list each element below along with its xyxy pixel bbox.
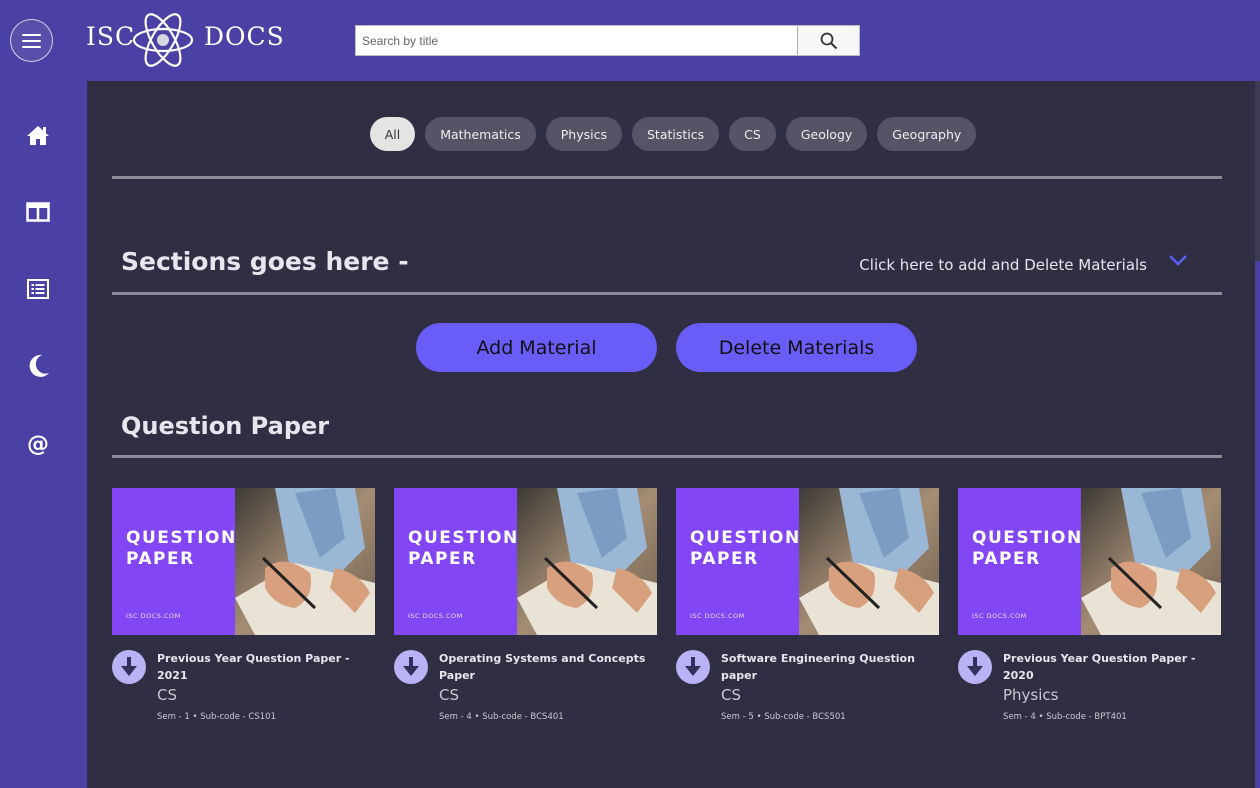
thumbnail-title: QUESTION PAPER xyxy=(972,528,1083,569)
download-arrow-icon xyxy=(121,657,137,676)
card-title[interactable]: Previous Year Question Paper - 2021 xyxy=(157,650,372,684)
filter-chip-cs[interactable]: CS xyxy=(729,117,776,151)
student-writing-image xyxy=(799,488,939,635)
card-thumbnail[interactable]: QUESTION PAPER ISC DOCS.COM xyxy=(958,488,1221,635)
student-writing-image xyxy=(517,488,657,635)
card-title[interactable]: Software Engineering Question paper xyxy=(721,650,936,684)
sidebar-item-contact[interactable]: @ xyxy=(24,429,52,457)
card-thumbnail[interactable]: QUESTION PAPER ISC DOCS.COM xyxy=(676,488,939,635)
hamburger-icon xyxy=(22,33,41,36)
logo-text-left: ISC xyxy=(86,22,136,51)
card-subject: Physics xyxy=(1003,686,1059,704)
card-subject: CS xyxy=(157,686,177,704)
add-material-button[interactable]: Add Material xyxy=(416,323,657,372)
download-button[interactable] xyxy=(112,650,146,684)
card-details: Sem - 4 • Sub-code - BCS401 xyxy=(439,712,564,722)
download-button[interactable] xyxy=(394,650,428,684)
search-bar xyxy=(355,25,860,56)
download-button[interactable] xyxy=(958,650,992,684)
download-arrow-icon xyxy=(967,657,983,676)
material-card[interactable]: QUESTION PAPER ISC DOCS.COM Previous Year… xyxy=(112,488,375,722)
divider xyxy=(112,176,1222,179)
scrollbar-thumb[interactable] xyxy=(1255,81,1260,261)
divider xyxy=(112,292,1222,295)
sections-heading: Sections goes here - xyxy=(121,247,409,276)
at-icon: @ xyxy=(27,432,49,455)
download-arrow-icon xyxy=(403,657,419,676)
delete-materials-button[interactable]: Delete Materials xyxy=(676,323,917,372)
chevron-down-icon[interactable] xyxy=(1167,253,1189,267)
menu-button[interactable] xyxy=(10,19,53,62)
sidebar: @ xyxy=(0,82,87,788)
columns-icon xyxy=(26,202,50,222)
card-details: Sem - 1 • Sub-code - CS101 xyxy=(157,712,276,722)
list-icon xyxy=(27,279,49,299)
question-paper-heading: Question Paper xyxy=(121,412,330,440)
thumbnail-site: ISC DOCS.COM xyxy=(126,612,181,620)
thumbnail-site: ISC DOCS.COM xyxy=(408,612,463,620)
sidebar-item-home[interactable] xyxy=(24,121,52,149)
thumbnail-title: QUESTION PAPER xyxy=(690,528,801,569)
logo-text-right: DOCS xyxy=(204,22,285,51)
search-icon xyxy=(820,32,837,49)
student-writing-image xyxy=(1081,488,1221,635)
thumbnail-title: QUESTION PAPER xyxy=(408,528,519,569)
card-thumbnail[interactable]: QUESTION PAPER ISC DOCS.COM xyxy=(394,488,657,635)
filter-chips: All Mathematics Physics Statistics CS Geology… xyxy=(87,117,1255,151)
thumbnail-site: ISC DOCS.COM xyxy=(972,612,1027,620)
card-subject: CS xyxy=(721,686,741,704)
search-button[interactable] xyxy=(797,26,859,55)
material-card[interactable]: QUESTION PAPER ISC DOCS.COM Previous Year… xyxy=(958,488,1221,722)
divider xyxy=(112,455,1222,458)
materials-toggle-text[interactable]: Click here to add and Delete Materials xyxy=(859,256,1147,274)
filter-chip-statistics[interactable]: Statistics xyxy=(631,117,720,151)
material-card[interactable]: QUESTION PAPER ISC DOCS.COM Operating Sys… xyxy=(394,488,657,722)
filter-chip-geography[interactable]: Geography xyxy=(877,117,977,151)
sidebar-item-list[interactable] xyxy=(24,275,52,303)
student-writing-image xyxy=(235,488,375,635)
sidebar-item-theme[interactable] xyxy=(24,352,52,380)
atom-logo-icon xyxy=(132,13,194,67)
card-details: Sem - 4 • Sub-code - BPT401 xyxy=(1003,712,1127,722)
moon-icon xyxy=(29,354,49,377)
main-panel: All Mathematics Physics Statistics CS Geology… xyxy=(87,81,1255,788)
search-input[interactable] xyxy=(356,26,797,55)
download-button[interactable] xyxy=(676,650,710,684)
home-icon xyxy=(27,126,49,145)
filter-chip-physics[interactable]: Physics xyxy=(545,117,622,151)
filter-chip-geology[interactable]: Geology xyxy=(785,117,868,151)
thumbnail-site: ISC DOCS.COM xyxy=(690,612,745,620)
sidebar-item-layout[interactable] xyxy=(24,198,52,226)
filter-chip-all[interactable]: All xyxy=(369,117,416,151)
download-arrow-icon xyxy=(685,657,701,676)
card-title[interactable]: Operating Systems and Concepts Paper xyxy=(439,650,654,684)
card-thumbnail[interactable]: QUESTION PAPER ISC DOCS.COM xyxy=(112,488,375,635)
card-details: Sem - 5 • Sub-code - BCS501 xyxy=(721,712,846,722)
svg-text:@: @ xyxy=(27,432,49,455)
thumbnail-title: QUESTION PAPER xyxy=(126,528,237,569)
card-subject: CS xyxy=(439,686,459,704)
filter-chip-mathematics[interactable]: Mathematics xyxy=(425,117,536,151)
logo[interactable]: ISC DOCS xyxy=(86,6,284,72)
material-card[interactable]: QUESTION PAPER ISC DOCS.COM Software Engi… xyxy=(676,488,939,722)
card-title[interactable]: Previous Year Question Paper - 2020 xyxy=(1003,650,1221,684)
